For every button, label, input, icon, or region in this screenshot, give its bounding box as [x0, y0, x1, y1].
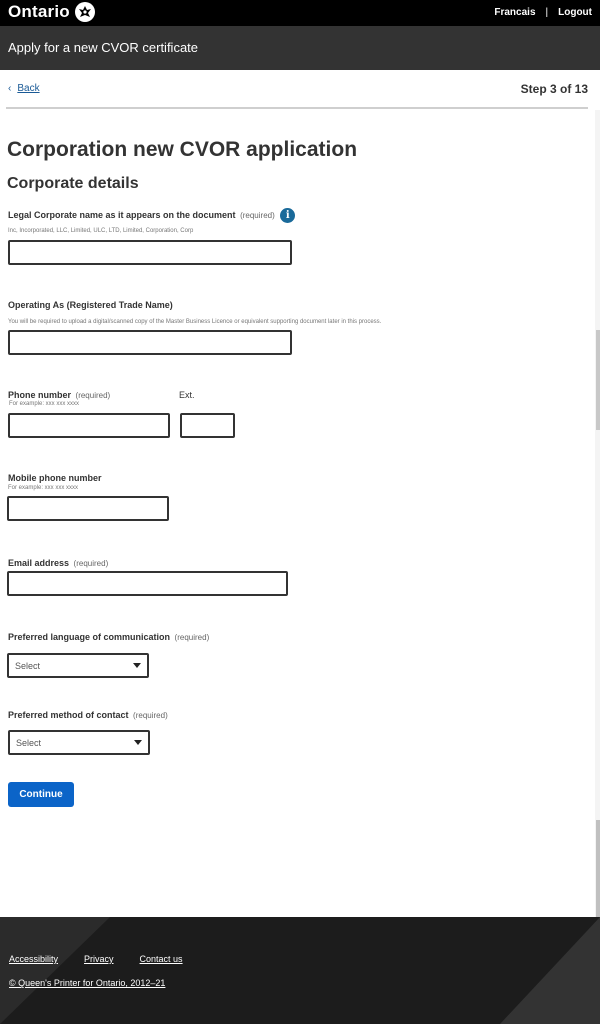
- required-indicator: (required): [174, 633, 210, 642]
- caret-down-icon: [133, 663, 141, 668]
- email-label-text: Email address: [8, 558, 70, 568]
- phone-label: Phone number (required): [8, 390, 110, 400]
- footer: Accessibility Privacy Contact us © Queen…: [0, 917, 600, 1024]
- contact-us-link[interactable]: Contact us: [140, 954, 183, 964]
- language-label: Preferred language of communication (req…: [8, 632, 209, 642]
- footer-links: Accessibility Privacy Contact us: [9, 954, 183, 964]
- mobile-input[interactable]: [7, 496, 169, 521]
- scrollbar-thumb[interactable]: [596, 330, 600, 430]
- top-bar: Ontario Francais | Logout: [0, 0, 600, 26]
- ext-label: Ext.: [179, 390, 195, 400]
- required-indicator: (required): [133, 711, 168, 720]
- email-input[interactable]: [7, 571, 288, 596]
- legal-name-input[interactable]: [8, 240, 292, 265]
- privacy-link[interactable]: Privacy: [84, 954, 114, 964]
- footer-decoration: [500, 917, 600, 1024]
- legal-name-label-text: Legal Corporate name as it appears on th…: [8, 209, 236, 220]
- accessibility-link[interactable]: Accessibility: [9, 954, 58, 964]
- info-icon[interactable]: i: [280, 208, 296, 223]
- legal-name-hint: Inc, Incorporated, LLC, Limited, ULC, LT…: [8, 228, 194, 234]
- phone-input[interactable]: [8, 413, 170, 438]
- language-selected-value: Select: [15, 660, 41, 671]
- copyright-link[interactable]: © Queen's Printer for Ontario, 2012–21: [9, 978, 165, 988]
- language-label-text: Preferred language of communication: [8, 632, 171, 642]
- required-indicator: (required): [240, 210, 275, 220]
- section-title: Corporate details: [7, 175, 139, 192]
- francais-link[interactable]: Francais: [494, 7, 535, 18]
- step-indicator: Step 3 of 13: [520, 82, 588, 96]
- application-bar: Apply for a new CVOR certificate: [0, 26, 600, 70]
- language-select[interactable]: Select: [7, 653, 149, 678]
- required-indicator: (required): [75, 391, 111, 400]
- contact-method-select[interactable]: Select: [8, 730, 150, 755]
- scrollbar[interactable]: [595, 110, 600, 918]
- phone-hint: For example: xxx xxx xxxx: [9, 401, 80, 407]
- phone-label-text: Phone number: [8, 390, 72, 400]
- scrollbar-track-lower[interactable]: [596, 820, 600, 918]
- header-links: Francais | Logout: [494, 7, 592, 18]
- mobile-hint: For example: xxx xxx xxxx: [8, 485, 79, 491]
- footer-decoration: [0, 917, 110, 1024]
- ext-input[interactable]: [180, 413, 235, 438]
- separator: |: [545, 7, 549, 18]
- back-link[interactable]: ‹ Back: [8, 83, 40, 94]
- email-label: Email address (required): [8, 558, 108, 568]
- mobile-label: Mobile phone number: [8, 473, 102, 483]
- legal-name-label: Legal Corporate name as it appears on th…: [8, 208, 296, 223]
- logout-link[interactable]: Logout: [558, 7, 592, 18]
- step-navigation: ‹ Back Step 3 of 13: [0, 70, 600, 110]
- operating-as-hint: You will be required to upload a digital…: [8, 319, 382, 325]
- operating-as-input[interactable]: [8, 330, 292, 355]
- brand-name: Ontario: [8, 2, 70, 21]
- trillium-icon: [74, 2, 95, 22]
- contact-method-label-text: Preferred method of contact: [8, 710, 129, 720]
- ontario-logo[interactable]: Ontario: [8, 2, 95, 22]
- page-title: Corporation new CVOR application: [7, 138, 358, 161]
- back-label: Back: [17, 83, 40, 94]
- caret-down-icon: [134, 740, 142, 745]
- required-indicator: (required): [73, 559, 109, 568]
- contact-method-selected-value: Select: [16, 737, 42, 748]
- operating-as-label: Operating As (Registered Trade Name): [8, 300, 173, 310]
- divider: [6, 107, 588, 109]
- application-title: Apply for a new CVOR certificate: [8, 40, 199, 55]
- contact-method-label: Preferred method of contact (required): [8, 710, 168, 720]
- continue-button[interactable]: Continue: [8, 782, 74, 807]
- chevron-left-icon: ‹: [8, 83, 12, 94]
